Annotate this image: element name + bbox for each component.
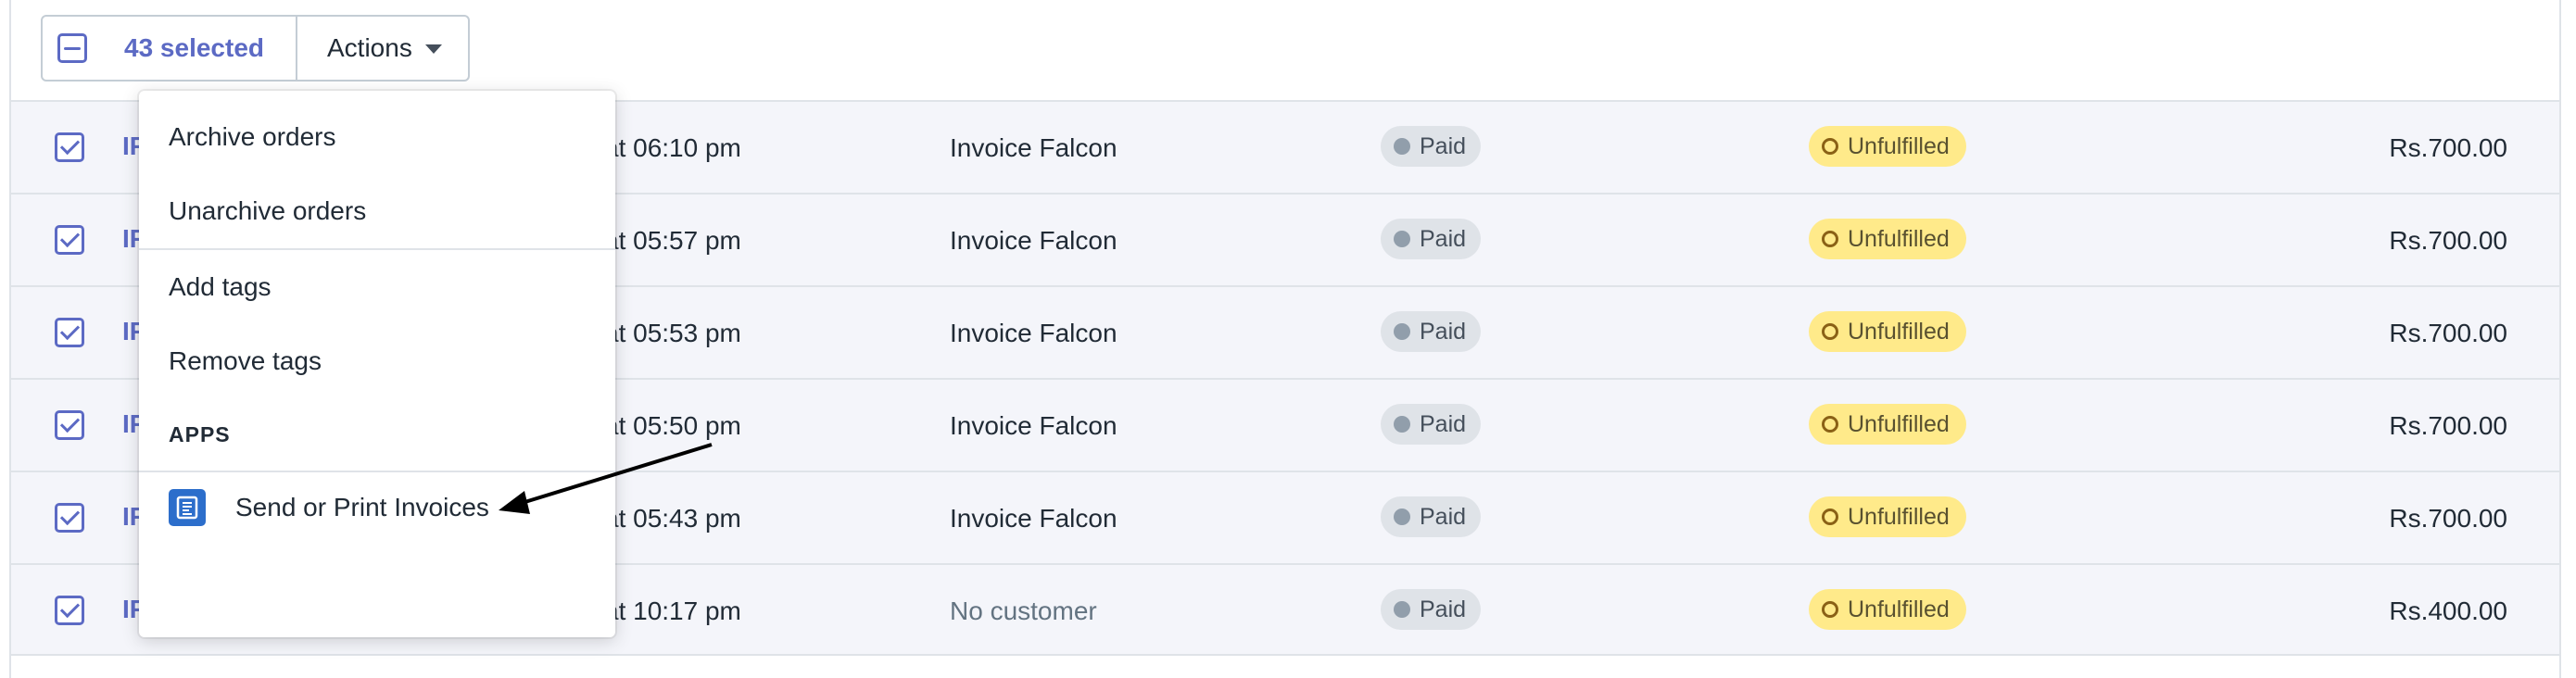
- payment-status-label: Paid: [1420, 410, 1467, 437]
- status-dot-icon: [1394, 508, 1410, 525]
- order-total: Rs.700.00: [2389, 411, 2507, 440]
- checkbox-checked-icon[interactable]: [55, 132, 84, 162]
- status-dot-icon: [1394, 138, 1410, 155]
- actions-button[interactable]: Actions: [297, 17, 468, 80]
- menu-item-remove-tags[interactable]: Remove tags: [169, 346, 322, 376]
- order-total: Rs.700.00: [2389, 319, 2507, 347]
- payment-status-label: Paid: [1420, 132, 1467, 159]
- order-date: at 06:10 pm: [604, 133, 741, 162]
- menu-section-heading-apps: APPS: [169, 422, 231, 446]
- order-total: Rs.400.00: [2389, 596, 2507, 625]
- bulk-select-toggle[interactable]: 43 selected: [43, 17, 297, 80]
- fulfillment-status-label: Unfulfilled: [1848, 596, 1950, 622]
- status-ring-icon: [1822, 138, 1838, 155]
- fulfillment-status-label: Unfulfilled: [1848, 132, 1950, 159]
- fulfillment-status-label: Unfulfilled: [1848, 410, 1950, 437]
- payment-status-badge: Paid: [1381, 311, 1482, 352]
- orders-page: 43 selected Actions IF at 06:10 pm Invoi…: [0, 0, 2576, 678]
- fulfillment-status-label: Unfulfilled: [1848, 318, 1950, 345]
- fulfillment-status-badge: Unfulfilled: [1809, 496, 1966, 537]
- payment-status-badge: Paid: [1381, 404, 1482, 445]
- status-dot-icon: [1394, 323, 1410, 340]
- status-ring-icon: [1822, 508, 1838, 525]
- status-dot-icon: [1394, 601, 1410, 618]
- fulfillment-status-badge: Unfulfilled: [1809, 126, 1966, 167]
- app-item-label: Send or Print Invoices: [235, 493, 489, 521]
- status-dot-icon: [1394, 416, 1410, 433]
- order-date: at 05:57 pm: [604, 226, 741, 255]
- fulfillment-status-badge: Unfulfilled: [1809, 311, 1966, 352]
- menu-item-archive-orders[interactable]: Archive orders: [169, 122, 336, 152]
- menu-divider: [139, 248, 615, 250]
- order-date: at 05:50 pm: [604, 411, 741, 440]
- customer-name: No customer: [950, 596, 1097, 625]
- minus-checkbox-icon[interactable]: [57, 33, 87, 63]
- checkbox-checked-icon[interactable]: [55, 503, 84, 533]
- page-border-right: [2559, 0, 2561, 678]
- order-total: Rs.700.00: [2389, 226, 2507, 255]
- order-date: at 05:43 pm: [604, 504, 741, 533]
- order-total: Rs.700.00: [2389, 133, 2507, 162]
- customer-name: Invoice Falcon: [950, 226, 1118, 255]
- status-ring-icon: [1822, 323, 1838, 340]
- actions-dropdown: Archive orders Unarchive orders Add tags…: [139, 91, 615, 637]
- payment-status-label: Paid: [1420, 503, 1467, 530]
- customer-name: Invoice Falcon: [950, 133, 1118, 162]
- order-total: Rs.700.00: [2389, 504, 2507, 533]
- invoice-app-icon: [169, 489, 206, 526]
- caret-down-icon: [424, 44, 442, 54]
- menu-item-send-or-print-invoices[interactable]: Send or Print Invoices: [169, 489, 489, 526]
- order-date: at 10:17 pm: [604, 596, 741, 625]
- customer-name: Invoice Falcon: [950, 504, 1118, 533]
- payment-status-badge: Paid: [1381, 589, 1482, 630]
- menu-item-add-tags[interactable]: Add tags: [169, 272, 271, 302]
- payment-status-label: Paid: [1420, 318, 1467, 345]
- bulk-actions-bar: 43 selected Actions: [41, 15, 470, 82]
- menu-item-unarchive-orders[interactable]: Unarchive orders: [169, 196, 366, 226]
- payment-status-badge: Paid: [1381, 126, 1482, 167]
- status-ring-icon: [1822, 231, 1838, 247]
- actions-label: Actions: [327, 33, 412, 62]
- customer-name: Invoice Falcon: [950, 319, 1118, 347]
- checkbox-checked-icon[interactable]: [55, 596, 84, 625]
- selected-count: 43 selected: [124, 33, 264, 62]
- payment-status-badge: Paid: [1381, 219, 1482, 259]
- fulfillment-status-label: Unfulfilled: [1848, 225, 1950, 252]
- status-ring-icon: [1822, 601, 1838, 618]
- fulfillment-status-label: Unfulfilled: [1848, 503, 1950, 530]
- payment-status-badge: Paid: [1381, 496, 1482, 537]
- menu-divider: [139, 471, 615, 472]
- payment-status-label: Paid: [1420, 596, 1467, 622]
- status-dot-icon: [1394, 231, 1410, 247]
- fulfillment-status-badge: Unfulfilled: [1809, 404, 1966, 445]
- fulfillment-status-badge: Unfulfilled: [1809, 589, 1966, 630]
- payment-status-label: Paid: [1420, 225, 1467, 252]
- checkbox-checked-icon[interactable]: [55, 410, 84, 440]
- checkbox-checked-icon[interactable]: [55, 225, 84, 255]
- status-ring-icon: [1822, 416, 1838, 433]
- order-date: at 05:53 pm: [604, 319, 741, 347]
- checkbox-checked-icon[interactable]: [55, 318, 84, 347]
- fulfillment-status-badge: Unfulfilled: [1809, 219, 1966, 259]
- customer-name: Invoice Falcon: [950, 411, 1118, 440]
